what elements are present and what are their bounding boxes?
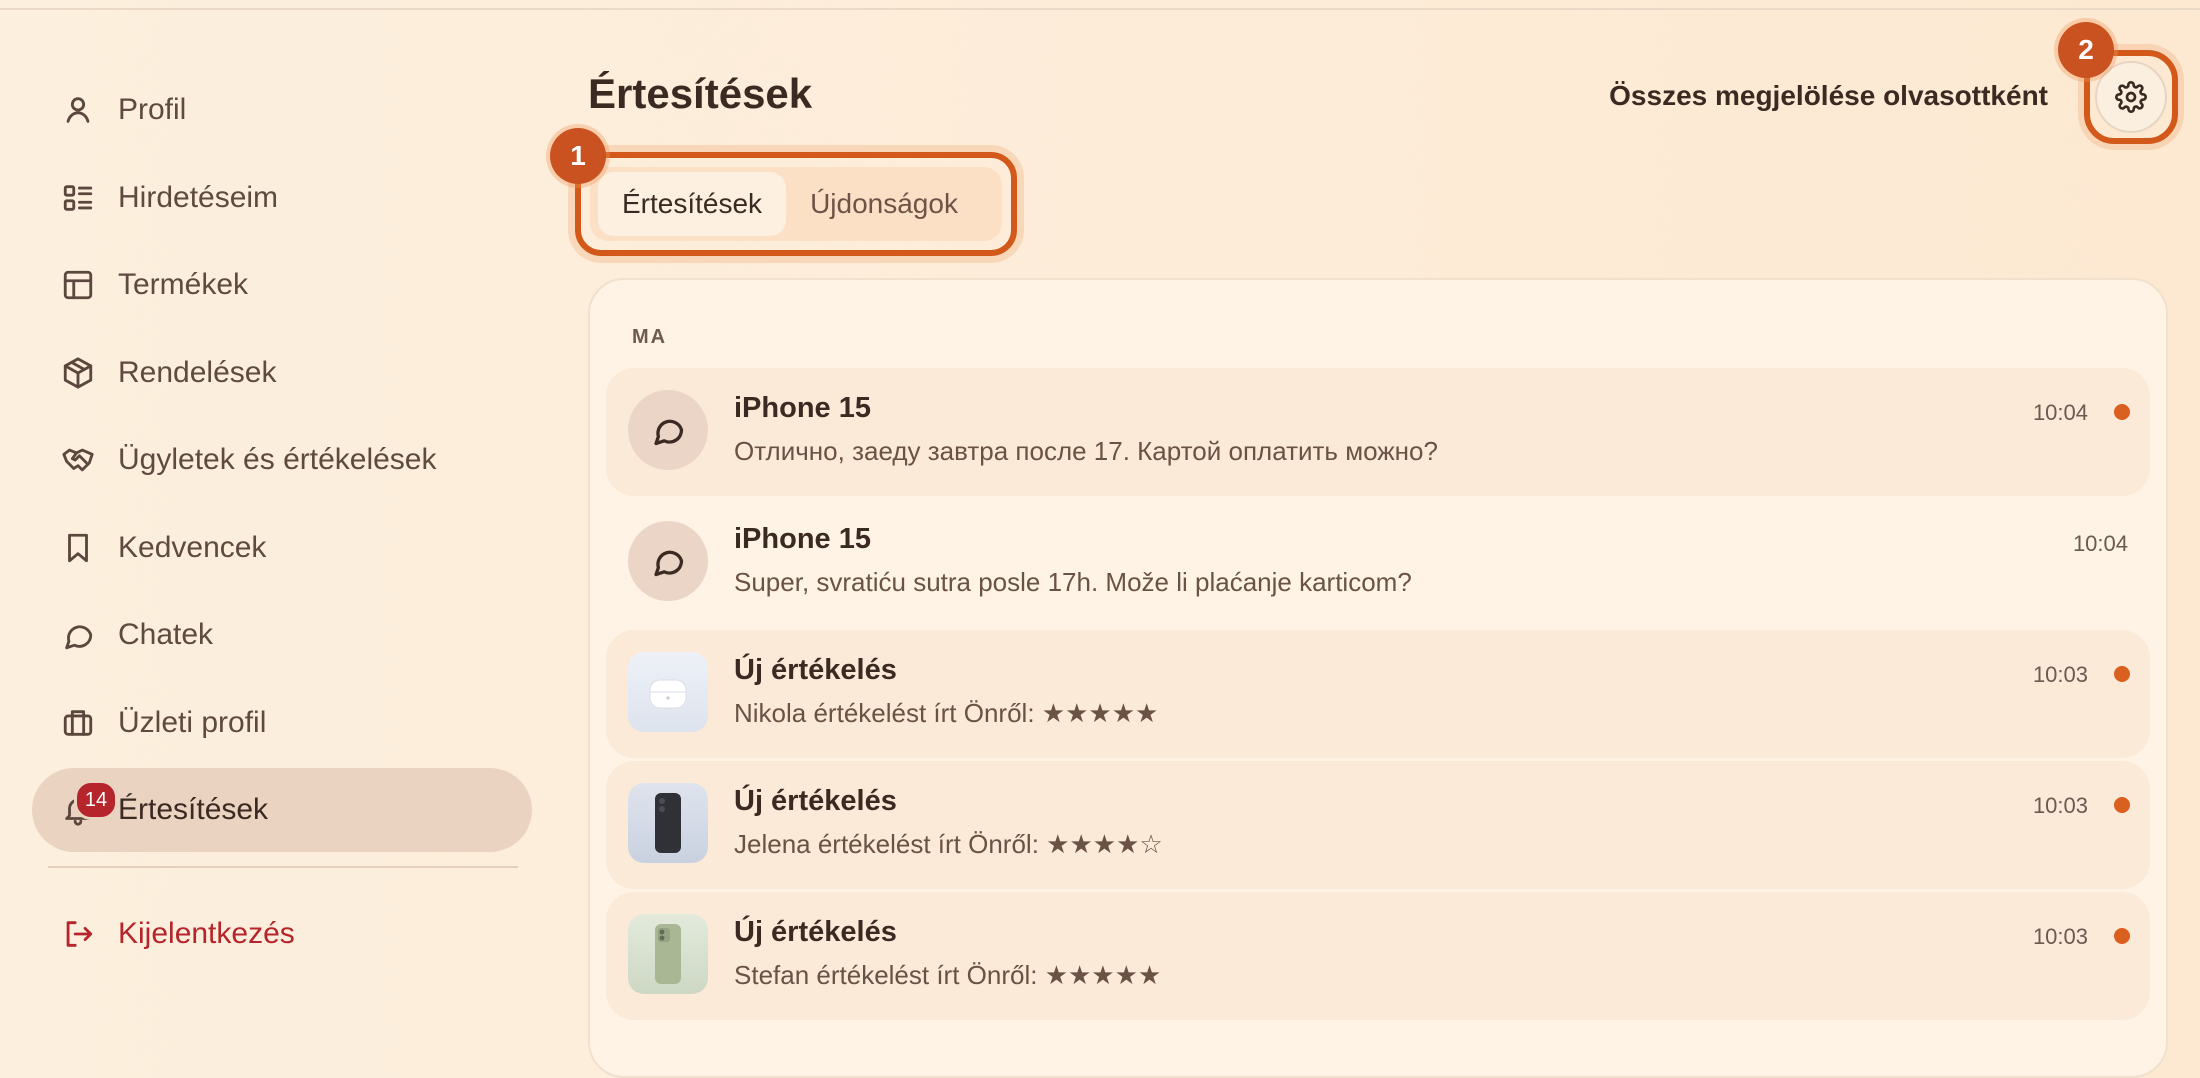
product-thumbnail [628,783,708,863]
tab-bar: Értesítések Újdonságok [590,167,1002,241]
top-divider [0,8,2200,10]
mark-all-read-button[interactable]: Összes megjelölése olvasottként [1609,80,2048,112]
sidebar-item-label: Termékek [118,268,249,301]
notification-time: 10:03 [2032,924,2088,949]
handshake-icon [60,442,96,478]
user-icon [60,92,96,128]
notification-text: Super, svratiću sutra posle 17h. Može li… [734,567,1412,597]
list-icon [60,180,96,216]
package-icon [60,355,96,391]
chat-avatar [628,521,708,601]
notification-text: Jelena értékelést írt Önről: ★★★★☆ [734,829,1163,859]
settings-button[interactable] [2095,61,2167,133]
sidebar-item-profile[interactable]: Profil [32,68,532,152]
page-title: Értesítések [588,70,813,117]
sidebar-item-favorites[interactable]: Kedvencek [32,506,532,590]
sidebar: Profil Hirdetéseim Termékek Rendelések Ü… [32,68,532,856]
notification-text: Отлично, заеду завтра после 17. Картой о… [734,436,1438,466]
sidebar-item-label: Kedvencek [118,530,267,564]
sidebar-item-deals[interactable]: Ügyletek és értékelések [32,418,532,502]
sidebar-item-listings[interactable]: Hirdetéseim [32,156,532,240]
tab-news[interactable]: Újdonságok [786,172,982,236]
sidebar-item-products[interactable]: Termékek [32,243,532,327]
notification-time: 10:04 [2032,400,2088,425]
notification-title: iPhone 15 [734,392,871,424]
table-icon [60,267,96,303]
product-thumbnail [628,652,708,732]
notification-item[interactable]: iPhone 15 Super, svratiću sutra posle 17… [606,499,2150,627]
unread-dot [2114,928,2130,944]
briefcase-icon [60,705,96,741]
notification-list: iPhone 15 Отлично, заеду завтра после 17… [606,368,2150,1023]
sidebar-item-notifications[interactable]: 14 Értesítések [32,768,532,852]
unread-dot [2114,797,2130,813]
notification-text: Stefan értékelést írt Önről: ★★★★★ [734,960,1162,990]
tabs-highlight: Értesítések Újdonságok [575,152,1017,256]
tab-notifications[interactable]: Értesítések [598,172,787,236]
notification-item[interactable]: Új értékelés Stefan értékelést írt Önről… [606,892,2150,1020]
notification-title: Új értékelés [734,785,897,817]
sidebar-item-label: Értesítések [118,793,269,826]
notification-title: Új értékelés [734,916,897,948]
notifications-panel: MA iPhone 15 Отлично, заеду завтра после… [588,278,2168,1078]
notification-text: Nikola értékelést írt Önről: ★★★★★ [734,698,1159,728]
notification-time: 10:03 [2032,662,2088,687]
green-phone-image [655,924,681,984]
notification-item[interactable]: Új értékelés Nikola értékelést írt Önről… [606,630,2150,758]
sidebar-item-chats[interactable]: Chatek [32,593,532,677]
sidebar-divider [48,866,518,868]
sidebar-item-label: Chatek [118,618,214,651]
sidebar-item-business-profile[interactable]: Üzleti profil [32,681,532,765]
notification-count-badge: 14 [74,780,118,820]
earbuds-case-image [649,679,687,709]
step-marker-1: 1 [550,128,606,184]
chat-icon [60,617,96,653]
unread-dot [2114,666,2130,682]
logout-section: Kijelentkezés [32,892,532,980]
sidebar-item-label: Profil [118,93,187,126]
chat-icon [654,419,684,446]
logout-button[interactable]: Kijelentkezés [32,892,532,976]
section-label-today: MA [632,326,668,348]
logout-icon [60,916,96,952]
sidebar-item-label: Ügyletek és értékelések [118,443,437,476]
notification-item[interactable]: Új értékelés Jelena értékelést írt Önről… [606,761,2150,889]
unread-dot [2114,404,2130,420]
notification-item[interactable]: iPhone 15 Отлично, заеду завтра после 17… [606,368,2150,496]
dark-phone-image [655,793,681,853]
notification-time: 10:04 [2072,531,2128,556]
notification-title: iPhone 15 [734,523,871,555]
bookmark-icon [60,530,96,566]
chat-icon [654,550,684,577]
sidebar-item-orders[interactable]: Rendelések [32,331,532,415]
step-marker-2: 2 [2058,22,2114,78]
sidebar-item-label: Hirdetéseim [118,180,279,214]
logout-label: Kijelentkezés [118,917,295,950]
sidebar-item-label: Üzleti profil [118,705,267,739]
notification-title: Új értékelés [734,654,897,686]
chat-avatar [628,390,708,470]
gear-icon [2115,81,2147,113]
notification-time: 10:03 [2032,793,2088,818]
sidebar-item-label: Rendelések [118,355,277,389]
product-thumbnail [628,914,708,994]
